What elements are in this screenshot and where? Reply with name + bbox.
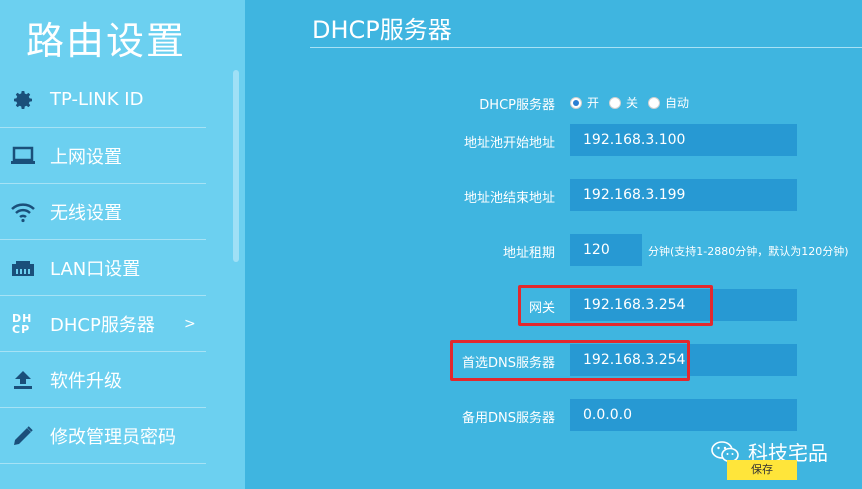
sidebar-item-firmware[interactable]: 软件升级 [0,352,206,408]
sidebar-item-label: DHCP服务器 [50,314,155,336]
radio-on[interactable] [570,96,582,109]
pool-end-label: 地址池结束地址 [463,191,555,206]
sidebar-item-wireless[interactable]: 无线设置 [0,184,206,240]
secondary-dns-input[interactable]: 0.0.0.0 [570,399,797,431]
lease-label: 地址租期 [502,246,555,261]
dhcp-option-on[interactable]: 开 [570,94,599,111]
pool-end-row: 地址池结束地址 192.168.3.199 [300,179,860,213]
pool-start-row: 地址池开始地址 192.168.3.100 [300,124,860,158]
gear-icon [10,87,36,113]
dhcp-option-auto[interactable]: 自动 [648,94,689,111]
sidebar-item-admin-password[interactable]: 修改管理员密码 [0,408,206,464]
radio-off[interactable] [609,96,622,109]
sidebar-title: 路由设置 [26,19,187,63]
dns-highlight-box [450,340,690,381]
sidebar-item-label: 软件升级 [50,370,122,392]
sidebar-item-internet[interactable]: 上网设置 [0,128,206,184]
sidebar-item-label: 修改管理员密码 [50,426,176,448]
radio-label-on: 开 [587,96,600,110]
dhcp-radio-group: 开 关 自动 [570,94,699,111]
dhcp-toggle-row: DHCP服务器 开 关 自动 [300,86,860,120]
sidebar-item-label: TP-LINK ID [50,89,144,110]
pool-start-label: 地址池开始地址 [463,136,555,151]
sidebar-item-tplink-id[interactable]: TP-LINK ID [0,72,206,128]
title-divider [310,47,862,48]
radio-label-auto: 自动 [665,96,690,110]
lease-hint: 分钟(支持1-2880分钟，默认为120分钟) [648,245,849,258]
page-title: DHCP服务器 [312,16,452,44]
radio-label-off: 关 [626,96,639,110]
lease-row: 地址租期 120 分钟(支持1-2880分钟，默认为120分钟) [300,234,860,268]
radio-auto[interactable] [648,96,661,109]
secondary-dns-label: 备用DNS服务器 [462,411,555,426]
lease-input[interactable]: 120 [570,234,642,266]
pool-end-input[interactable]: 192.168.3.199 [570,179,797,211]
upload-icon [10,367,36,393]
pool-start-input[interactable]: 192.168.3.100 [570,124,797,156]
secondary-dns-row: 备用DNS服务器 0.0.0.0 [300,399,860,433]
sidebar: 路由设置 TP-LINK ID 上网设置 无线设置 LAN口设置 DH CP D… [0,0,245,489]
sidebar-item-dhcp[interactable]: DH CP DHCP服务器 > [0,296,206,352]
dhcp-label: DHCP服务器 [479,98,555,113]
gateway-highlight-box [518,285,713,326]
save-button[interactable]: 保存 [727,460,797,480]
pencil-icon [10,423,36,449]
sidebar-scrollbar[interactable] [233,70,239,262]
dhcp-option-off[interactable]: 关 [609,94,638,111]
sidebar-item-lan[interactable]: LAN口设置 [0,240,206,296]
wifi-icon [10,199,36,225]
lan-port-icon [10,255,36,281]
laptop-icon [10,143,36,169]
dhcp-icon-text: DH CP [12,311,33,336]
dhcp-icon: DH CP [10,311,36,337]
chevron-right-icon: > [184,315,196,332]
sidebar-item-label: 上网设置 [50,146,122,168]
sidebar-item-label: 无线设置 [50,202,122,224]
sidebar-item-label: LAN口设置 [50,258,141,280]
